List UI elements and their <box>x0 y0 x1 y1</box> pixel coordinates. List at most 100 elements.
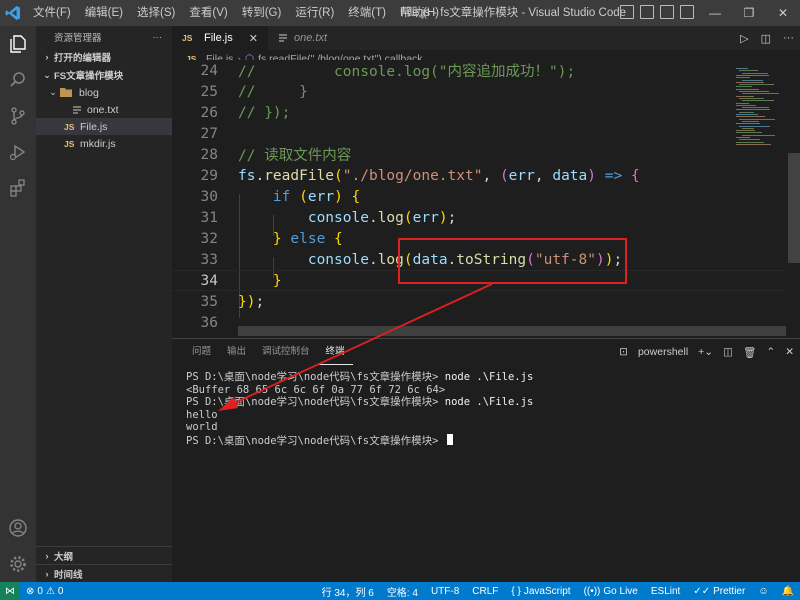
minimap-line <box>739 118 775 120</box>
code-line[interactable]: 27 <box>172 123 786 144</box>
panel-tab[interactable]: 问题 <box>184 339 219 365</box>
eslint-status[interactable]: ESLint <box>651 586 680 597</box>
text-file-icon <box>73 105 81 114</box>
problems-status[interactable]: ⊗ 0 ⚠ 0 <box>20 586 63 597</box>
code-line[interactable]: 26 // }); <box>172 102 786 123</box>
prettier-status[interactable]: ✓✓ Prettier <box>693 586 745 597</box>
scrollbar-thumb[interactable] <box>788 153 800 263</box>
close-window-button[interactable]: ✕ <box>766 0 800 26</box>
status-bar: ⋈ ⊗ 0 ⚠ 0 行 34，列 6 空格: 4 UTF-8 CRLF { } J… <box>0 582 800 600</box>
split-editor-icon[interactable]: ◫ <box>761 32 771 45</box>
code-line[interactable]: 30 if (err) { <box>172 186 786 207</box>
bell-icon[interactable]: 🔔 <box>782 586 794 597</box>
line-number: 26 <box>200 104 218 121</box>
line-number: 32 <box>200 230 218 247</box>
outline-section[interactable]: › 大纲 <box>36 546 172 564</box>
menu-item[interactable]: 选择(S) <box>130 0 182 26</box>
tab-label: File.js <box>204 32 233 44</box>
horizontal-scrollbar[interactable] <box>238 326 786 336</box>
panel-tab[interactable]: 终端 <box>317 339 353 365</box>
line-number: 35 <box>200 293 218 310</box>
close-icon[interactable]: ✕ <box>249 32 258 45</box>
remote-icon[interactable]: ⋈ <box>0 582 20 600</box>
explorer-title: 资源管理器 <box>54 33 102 44</box>
more-actions-icon[interactable]: ··· <box>783 32 794 44</box>
menu-item[interactable]: 终端(T) <box>341 0 393 26</box>
menu-item[interactable]: 转到(G) <box>235 0 289 26</box>
close-icon[interactable]: ✕ <box>785 346 794 358</box>
source-control-icon[interactable] <box>0 98 36 134</box>
code-line[interactable]: 31 console.log(err); <box>172 207 786 228</box>
toggle-secondary-sidebar-icon[interactable] <box>660 5 674 19</box>
shell-selector[interactable]: powershell <box>638 346 688 358</box>
chevron-up-icon[interactable]: ⌃ <box>766 346 775 358</box>
tree-item-mkdir-js[interactable]: JS mkdir.js <box>36 135 172 152</box>
tree-item-one-txt[interactable]: one.txt <box>36 101 172 118</box>
run-icon[interactable]: ▷ <box>740 32 748 45</box>
code-editor[interactable]: 24 // console.log("内容追加成功！"); 25 // } 26 // }… <box>172 60 786 336</box>
tab-file-js[interactable]: JS File.js ✕ <box>172 26 268 50</box>
timeline-section[interactable]: › 时间线 <box>36 564 172 582</box>
code-line[interactable]: 24 // console.log("内容追加成功！"); <box>172 60 786 81</box>
code-line[interactable]: 25 // } <box>172 81 786 102</box>
minimap-line <box>736 102 749 104</box>
open-editors-section[interactable]: › 打开的编辑器 <box>36 48 172 66</box>
js-file-icon: JS <box>64 121 75 132</box>
vscode-logo-icon <box>0 0 26 26</box>
account-feedback-icon[interactable]: ☺ <box>758 586 768 597</box>
trash-icon[interactable]: 🗑 <box>743 346 756 359</box>
panel-actions: ⊡ powershell +⌄ ◫ 🗑 ⌃ ✕ <box>619 339 794 365</box>
vertical-scrollbar[interactable] <box>786 68 800 336</box>
minimap[interactable] <box>736 68 786 148</box>
panel-tab[interactable]: 调试控制台 <box>254 339 318 365</box>
code-text: }); <box>238 293 265 310</box>
terminal-output[interactable]: PS D:\桌面\node学习\node代码\fs文章操作模块> node .\… <box>186 371 533 447</box>
go-live-button[interactable]: ((•)) Go Live <box>584 586 638 597</box>
split-terminal-icon[interactable]: ◫ <box>723 346 733 358</box>
new-terminal-icon[interactable]: +⌄ <box>698 346 713 358</box>
end-of-line[interactable]: CRLF <box>472 586 498 597</box>
line-number: 36 <box>200 314 218 331</box>
menu-item[interactable]: 查看(V) <box>182 0 234 26</box>
toggle-panel-icon[interactable] <box>640 5 654 19</box>
minimap-line <box>742 72 768 74</box>
cursor-position[interactable]: 行 34，列 6 <box>322 584 374 599</box>
code-text: console.log(err); <box>307 209 457 226</box>
line-number: 30 <box>200 188 218 205</box>
menu-item[interactable]: 运行(R) <box>288 0 341 26</box>
project-label: FS文章操作模块 <box>54 71 124 82</box>
line-number: 31 <box>200 209 218 226</box>
encoding[interactable]: UTF-8 <box>431 586 459 597</box>
accounts-icon[interactable] <box>0 510 36 546</box>
tree-item-file-js[interactable]: JS File.js <box>36 118 172 135</box>
language-label: JavaScript <box>523 585 571 597</box>
restore-button[interactable]: ❐ <box>732 0 766 26</box>
tab-one-txt[interactable]: one.txt <box>268 26 352 50</box>
code-line[interactable]: 28 // 读取文件内容 <box>172 144 786 165</box>
settings-gear-icon[interactable] <box>0 546 36 582</box>
chevron-right-icon: › <box>45 550 49 561</box>
open-editors-label: 打开的编辑器 <box>54 53 112 64</box>
menu-item[interactable]: 编辑(E) <box>78 0 130 26</box>
minimap-line <box>739 125 770 127</box>
project-section[interactable]: ⌄ FS文章操作模块 <box>36 66 172 84</box>
code-line[interactable]: 29 fs.readFile("./blog/one.txt", (err, da… <box>172 165 786 186</box>
explorer-header: 资源管理器 ··· <box>36 26 172 48</box>
more-actions-icon[interactable]: ··· <box>153 32 163 43</box>
explorer-icon[interactable] <box>0 26 36 62</box>
code-line[interactable]: 35}); <box>172 291 786 312</box>
run-debug-icon[interactable] <box>0 134 36 170</box>
menu-item[interactable]: 文件(F) <box>26 0 78 26</box>
extensions-icon[interactable] <box>0 170 36 206</box>
editor-tabs: JS File.js ✕ one.txt ▷ ◫ ··· <box>172 26 800 50</box>
minimize-button[interactable]: — <box>698 0 732 26</box>
tree-folder-blog[interactable]: ⌄ blog <box>36 84 172 101</box>
indentation[interactable]: 空格: 4 <box>387 584 418 599</box>
search-icon[interactable] <box>0 62 36 98</box>
minimap-line <box>736 77 750 79</box>
toggle-sidebar-icon[interactable] <box>620 5 634 19</box>
language-mode[interactable]: { } JavaScript <box>511 586 570 597</box>
js-file-icon: JS <box>64 138 75 149</box>
customize-layout-icon[interactable] <box>680 5 694 19</box>
panel-tab[interactable]: 输出 <box>219 339 254 365</box>
